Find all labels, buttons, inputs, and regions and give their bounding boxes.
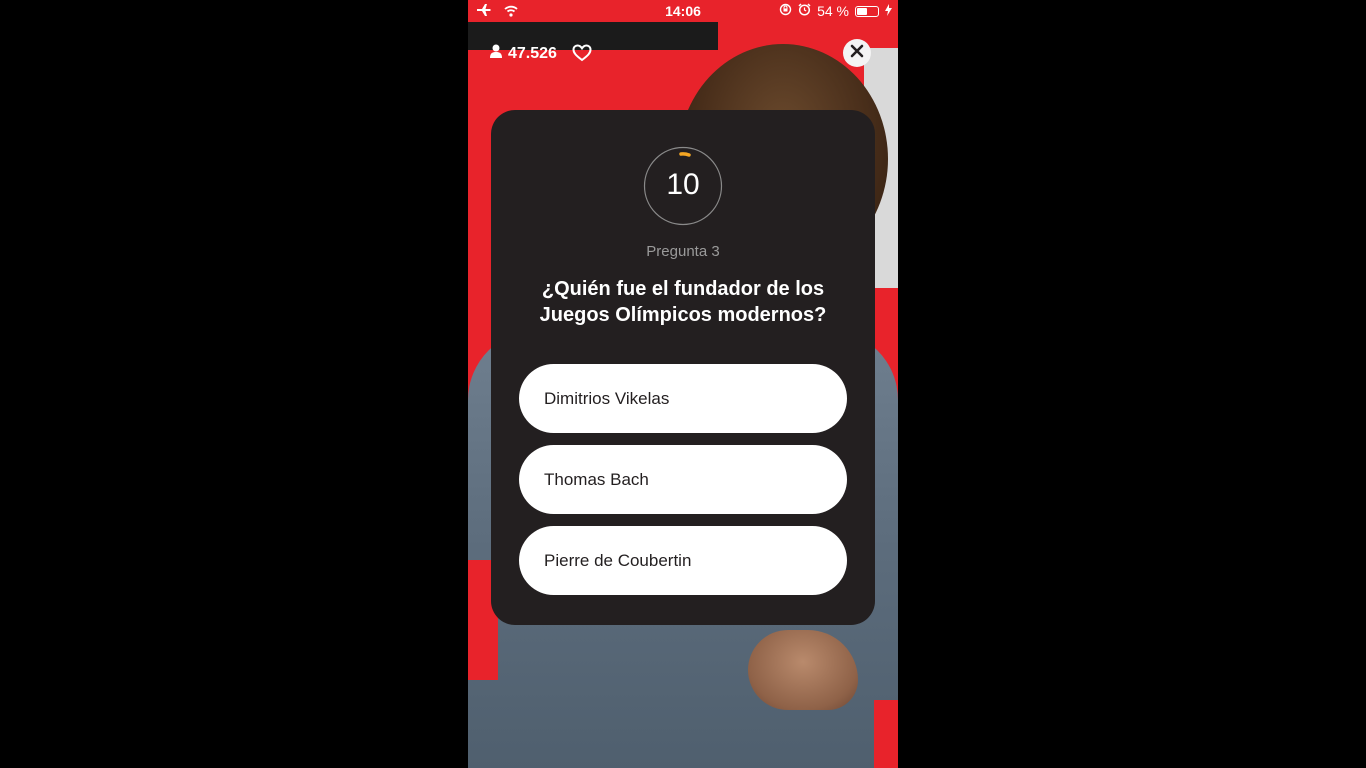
phone-screen: 14:06 54 % 47.526 10 Pregunta 3 ¿Quién f…	[468, 0, 898, 768]
charging-icon	[885, 3, 892, 19]
host-hand	[748, 630, 858, 710]
question-text: ¿Quién fue el fundador de los Juegos Olí…	[521, 276, 845, 328]
close-button[interactable]	[843, 39, 871, 67]
answer-option-3[interactable]: Pierre de Coubertin	[519, 526, 847, 595]
user-icon	[490, 44, 502, 63]
question-number: Pregunta 3	[646, 243, 720, 260]
countdown-timer: 10	[643, 146, 723, 226]
question-card: 10 Pregunta 3 ¿Quién fue el fundador de …	[491, 110, 875, 625]
close-icon	[850, 44, 864, 63]
answer-option-1[interactable]: Dimitrios Vikelas	[519, 364, 847, 433]
rotation-lock-icon	[779, 3, 792, 19]
status-bar: 14:06 54 %	[468, 0, 898, 22]
answer-list: Dimitrios Vikelas Thomas Bach Pierre de …	[519, 364, 847, 607]
question-text-line-2: Juegos Olímpicos modernos?	[539, 304, 827, 326]
heart-icon[interactable]	[572, 44, 592, 62]
timer-value: 10	[666, 168, 700, 201]
viewer-count-value: 47.526	[508, 44, 557, 62]
question-text-line-1: ¿Quién fue el fundador de los	[541, 278, 825, 300]
battery-icon	[855, 5, 879, 17]
viewer-count: 47.526	[490, 44, 557, 63]
answer-option-2[interactable]: Thomas Bach	[519, 445, 847, 514]
battery-percent: 54 %	[817, 3, 849, 19]
alarm-icon	[798, 3, 811, 19]
status-bar-right: 54 %	[779, 3, 892, 19]
battery-level-fill	[857, 7, 867, 15]
timer-progress-arc	[679, 152, 691, 157]
background-red-right	[874, 700, 898, 768]
